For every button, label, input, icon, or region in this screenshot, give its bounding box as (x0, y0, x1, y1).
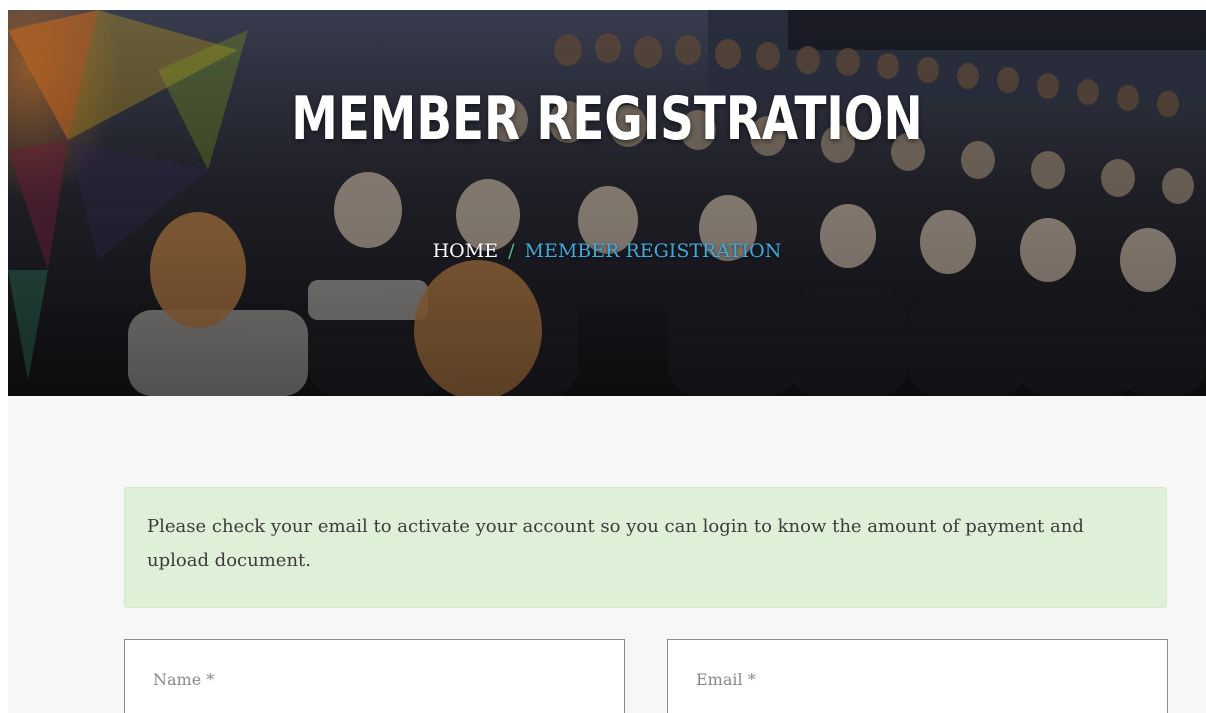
breadcrumb-separator: / (508, 240, 515, 262)
page-title: MEMBER REGISTRATION (291, 84, 923, 154)
registration-content: Please check your email to activate your… (8, 396, 1206, 713)
activation-alert: Please check your email to activate your… (124, 487, 1167, 608)
breadcrumb-current: MEMBER REGISTRATION (524, 240, 782, 262)
name-field[interactable] (124, 639, 625, 713)
breadcrumb-home-link[interactable]: HOME (433, 240, 498, 262)
breadcrumb: HOME / MEMBER REGISTRATION (8, 240, 1206, 262)
page: MEMBER REGISTRATION HOME / MEMBER REGISTRA… (0, 0, 1206, 713)
hero-banner: MEMBER REGISTRATION HOME / MEMBER REGISTRA… (8, 10, 1206, 396)
email-field[interactable] (667, 639, 1168, 713)
alert-message: Please check your email to activate your… (147, 516, 1084, 571)
hero-overlay (8, 10, 1206, 396)
